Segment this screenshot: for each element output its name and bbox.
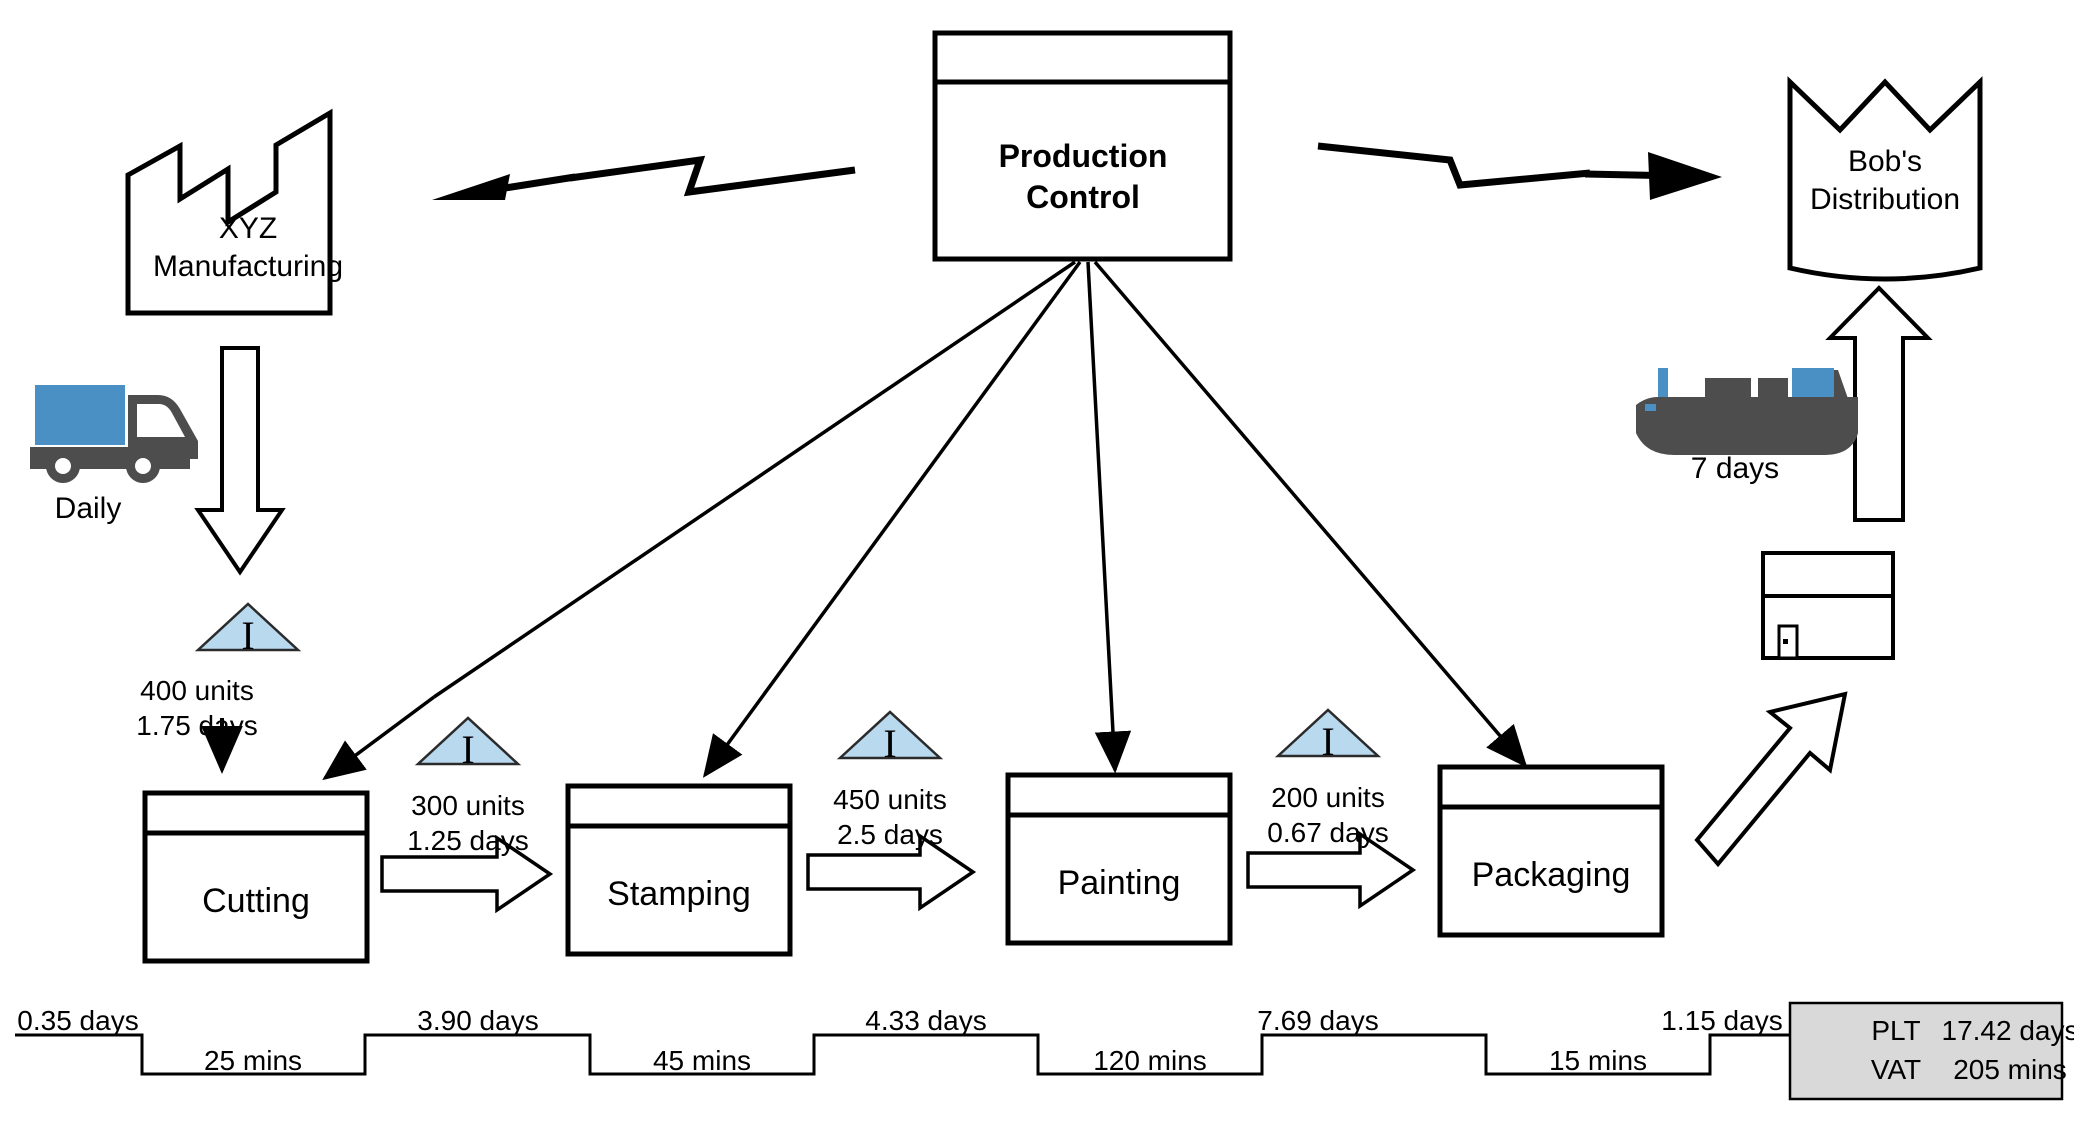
inventory-symbol-4: I [1321,719,1335,764]
supplier-label-line2: Manufacturing [152,250,344,284]
inventory-units-2: 300 units [411,790,525,821]
process-label-painting: Painting [1057,864,1181,902]
schedule-arrow-cutting [322,260,1076,781]
process-box-stamping [565,783,793,957]
inventory-units-1: 400 units [140,675,254,706]
supplier-label-line1: XYZ [218,212,278,245]
inventory-time-1: 1.75 days [136,710,258,741]
process-box-painting [1005,772,1233,946]
lead-time-label-3: 4.33 days [865,1005,987,1036]
value-time-label-3: 120 mins [1093,1045,1207,1076]
process-label-packaging: Packaging [1471,856,1631,894]
production-control-line2: Control [1026,178,1140,215]
inventory-units-3: 450 units [833,784,947,815]
inventory-time-4: 0.67 days [1267,817,1389,848]
value-time-label-4: 15 mins [1548,1045,1648,1076]
process-label-cutting: Cutting [202,882,310,920]
inventory-time-2: 1.25 days [407,825,529,856]
truck-icon [30,385,198,483]
inventory-symbol-3: I [883,721,897,766]
inbound-frequency-label: Daily [54,492,122,525]
customer-label: Bob's Distribution [1765,143,2005,220]
schedule-arrow-packaging [1093,260,1528,768]
inventory-symbol-2: I [461,727,475,772]
process-box-cutting [142,790,370,964]
value-time-label-1: 25 mins [203,1045,303,1076]
lead-time-label-2: 3.90 days [417,1005,539,1036]
outbound-leadtime-label: 7 days [1690,452,1780,485]
customer-label-line2: Distribution [1809,183,1961,217]
info-arrow-to-supplier [432,155,856,200]
schedule-arrow-stamping [702,260,1082,778]
info-arrow-to-customer [1317,142,1722,200]
process-box-packaging [1437,764,1665,938]
lead-time-label-5: 1.15 days [1661,1005,1783,1036]
schedule-arrow-painting [1086,261,1132,774]
shipping-box-icon [1761,551,1895,660]
lead-time-label-4: 7.69 days [1257,1005,1379,1036]
push-arrow-packaging-to-shipping [1694,691,1848,868]
lead-time-label-1: 0.35 days [17,1005,139,1036]
process-label-stamping: Stamping [607,875,751,913]
push-arrow-supplier-to-inventory [194,346,286,576]
value-time-label-2: 45 mins [652,1045,752,1076]
supplier-label: XYZ Manufacturing [138,210,358,287]
ship-icon [1636,368,1858,455]
production-control-line1: Production [998,138,1168,174]
summary-value-plt: 17.42 days [1941,1015,2074,1046]
value-stream-map-canvas: XYZ Manufacturing Bob's Distribution Pro… [0,0,2074,1123]
summary-value-vat: 205 mins [1953,1054,2067,1085]
inventory-time-3: 2.5 days [837,819,943,850]
customer-label-line1: Bob's [1847,145,1923,178]
inventory-symbol-1: I [241,613,255,658]
inventory-units-4: 200 units [1271,782,1385,813]
production-control-label: Production Control [943,136,1223,218]
